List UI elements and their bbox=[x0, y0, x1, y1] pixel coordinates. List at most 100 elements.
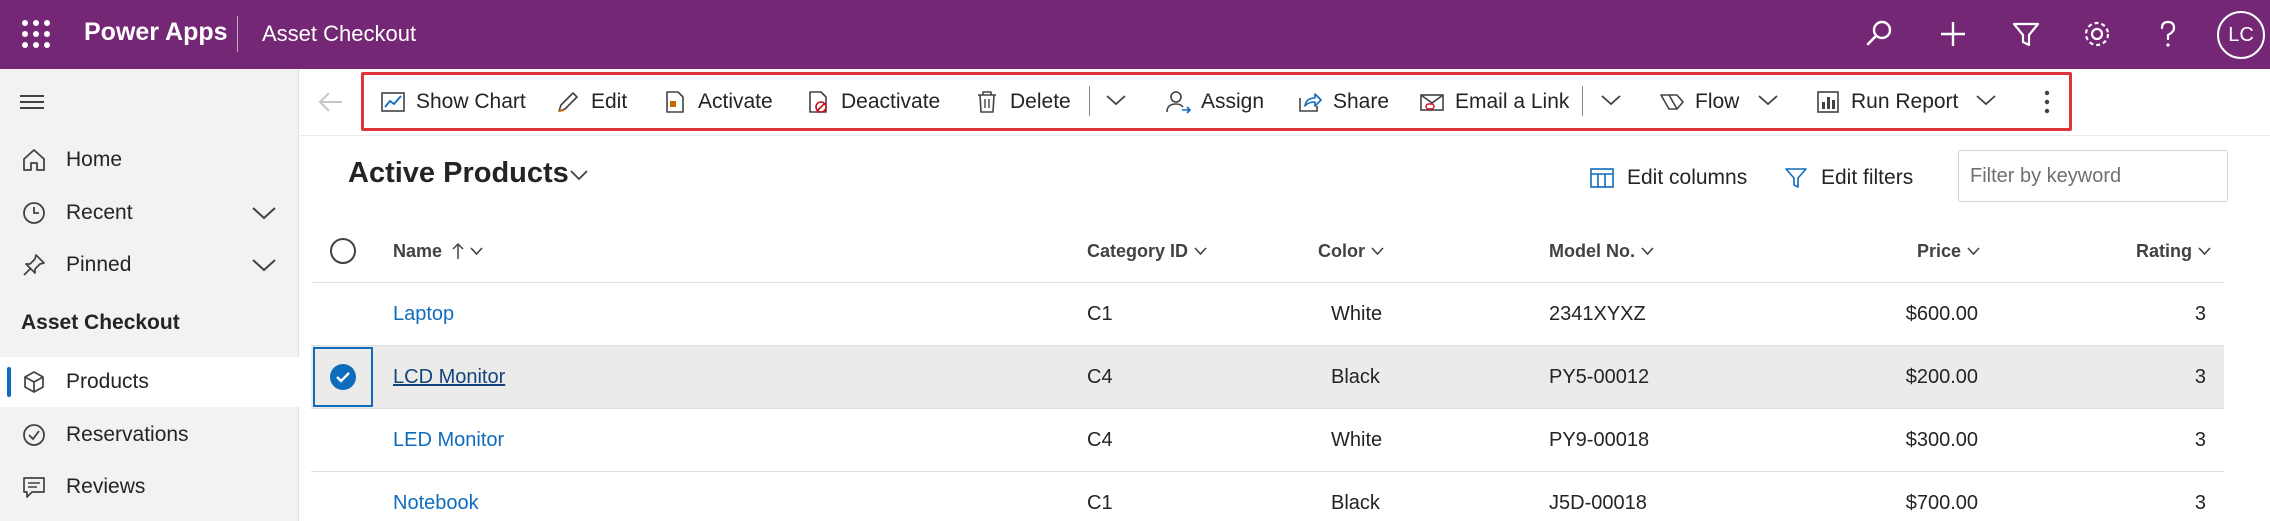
user-avatar[interactable]: LC bbox=[2217, 11, 2265, 59]
share-label: Share bbox=[1333, 90, 1390, 113]
column-header-label: Rating bbox=[2136, 240, 2192, 261]
product-name-link[interactable]: Laptop bbox=[393, 303, 454, 326]
back-arrow-icon[interactable] bbox=[318, 90, 344, 114]
filter-icon bbox=[1785, 168, 1807, 188]
column-header-name[interactable]: Name bbox=[393, 220, 483, 282]
price-cell: $300.00 bbox=[1905, 428, 1978, 451]
plus-icon[interactable] bbox=[1935, 16, 1971, 52]
checkmark-icon bbox=[330, 364, 356, 390]
show-chart-button[interactable]: Show Chart bbox=[380, 86, 526, 118]
brand-name[interactable]: Power Apps bbox=[84, 18, 228, 47]
chevron-down-icon[interactable] bbox=[252, 206, 276, 220]
edit-button[interactable]: Edit bbox=[555, 86, 627, 118]
delete-button[interactable]: Delete bbox=[974, 86, 1071, 118]
assign-button[interactable]: Assign bbox=[1165, 86, 1264, 118]
rating-cell: 3 bbox=[2194, 428, 2206, 451]
edit-columns-button[interactable]: Edit columns bbox=[1589, 162, 1747, 194]
comment-icon bbox=[23, 477, 45, 498]
filter-by-keyword-input[interactable] bbox=[1958, 150, 2228, 202]
app-title[interactable]: Asset Checkout bbox=[262, 21, 416, 47]
delete-label: Delete bbox=[1010, 90, 1071, 113]
category-cell: C1 bbox=[1087, 491, 1113, 514]
filter-icon[interactable] bbox=[2008, 16, 2044, 52]
model-cell: J5D-00018 bbox=[1549, 491, 1647, 514]
activate-document-icon bbox=[666, 91, 684, 113]
sidebar-item-label: Home bbox=[66, 148, 123, 171]
email-link-button[interactable]: Email a Link bbox=[1419, 86, 1569, 118]
column-header-price[interactable]: Price bbox=[1917, 220, 1980, 282]
flow-label: Flow bbox=[1695, 90, 1740, 113]
sidebar-item-products[interactable]: Products bbox=[0, 357, 299, 407]
app-launcher-icon[interactable] bbox=[22, 20, 50, 48]
email-link-icon bbox=[1420, 94, 1444, 111]
edit-filters-label: Edit filters bbox=[1821, 166, 1914, 189]
column-header-label: Category ID bbox=[1087, 240, 1189, 261]
edit-filters-button[interactable]: Edit filters bbox=[1783, 162, 1913, 194]
show-chart-label: Show Chart bbox=[416, 90, 526, 113]
deactivate-button[interactable]: Deactivate bbox=[805, 86, 940, 118]
trash-icon bbox=[978, 91, 996, 113]
more-commands-chevron-icon[interactable] bbox=[1601, 94, 1621, 106]
table-row[interactable]: LED Monitor C4 White PY9-00018 $300.00 3 bbox=[311, 409, 2224, 472]
more-commands-chevron-icon[interactable] bbox=[1106, 94, 1126, 106]
color-cell: White bbox=[1331, 428, 1383, 451]
activate-label: Activate bbox=[698, 90, 773, 113]
color-cell: Black bbox=[1331, 491, 1380, 514]
share-button[interactable]: Share bbox=[1297, 86, 1389, 118]
run-report-button[interactable]: Run Report bbox=[1815, 86, 1958, 118]
chevron-down-icon bbox=[1194, 247, 1207, 255]
flow-button[interactable]: Flow bbox=[1659, 86, 1739, 118]
flow-chevron-down-icon[interactable] bbox=[1758, 94, 1778, 106]
sidebar-item-label: Reservations bbox=[66, 423, 189, 446]
hamburger-menu-icon[interactable] bbox=[20, 95, 44, 109]
activate-button[interactable]: Activate bbox=[662, 86, 773, 118]
model-cell: PY5-00012 bbox=[1549, 365, 1650, 388]
column-header-label: Color bbox=[1318, 240, 1365, 261]
chevron-down-icon bbox=[1641, 247, 1654, 255]
cube-icon bbox=[24, 371, 44, 393]
table-row[interactable]: Notebook C1 Black J5D-00018 $700.00 3 bbox=[311, 472, 2224, 521]
column-header-category-id[interactable]: Category ID bbox=[1087, 220, 1207, 282]
help-icon[interactable] bbox=[2150, 16, 2186, 52]
view-title[interactable]: Active Products bbox=[348, 157, 569, 190]
sort-ascending-icon bbox=[452, 242, 464, 259]
sidebar-item-reservations[interactable]: Reservations bbox=[0, 410, 299, 460]
assign-person-icon bbox=[1166, 91, 1191, 114]
edit-columns-label: Edit columns bbox=[1627, 166, 1748, 189]
column-header-rating[interactable]: Rating bbox=[2136, 220, 2211, 282]
product-name-link[interactable]: LED Monitor bbox=[393, 429, 504, 452]
rating-cell: 3 bbox=[2194, 302, 2206, 325]
command-separator bbox=[1582, 86, 1583, 116]
sidebar-item-pinned[interactable]: Pinned bbox=[0, 240, 299, 290]
search-icon[interactable] bbox=[1862, 16, 1898, 52]
run-report-label: Run Report bbox=[1851, 90, 1959, 113]
chevron-down-icon bbox=[1371, 247, 1384, 255]
header-divider bbox=[237, 16, 238, 52]
sidebar-item-label: Pinned bbox=[66, 253, 132, 276]
product-name-link[interactable]: Notebook bbox=[393, 492, 479, 515]
column-header-model-no[interactable]: Model No. bbox=[1549, 220, 1654, 282]
view-selector-chevron-icon[interactable] bbox=[570, 170, 588, 181]
sidebar-item-label: Reviews bbox=[66, 475, 146, 498]
deactivate-label: Deactivate bbox=[841, 90, 941, 113]
check-circle-icon bbox=[23, 424, 45, 446]
row-select-checkbox[interactable] bbox=[313, 347, 373, 407]
sidebar-item-home[interactable]: Home bbox=[0, 135, 299, 185]
product-name-link[interactable]: LCD Monitor bbox=[393, 366, 505, 389]
table-row[interactable]: LCD Monitor C4 Black PY5-00012 $200.00 3 bbox=[311, 346, 2224, 409]
more-options-icon[interactable] bbox=[2039, 88, 2055, 116]
select-all-checkbox[interactable] bbox=[330, 238, 356, 264]
table-row[interactable]: Laptop C1 White 2341XYXZ $600.00 3 bbox=[311, 283, 2224, 346]
clock-icon bbox=[23, 202, 45, 224]
column-header-color[interactable]: Color bbox=[1318, 220, 1384, 282]
category-cell: C1 bbox=[1087, 302, 1113, 325]
run-report-chevron-down-icon[interactable] bbox=[1976, 94, 1996, 106]
sidebar-section-heading: Asset Checkout bbox=[21, 311, 180, 334]
share-icon bbox=[1299, 93, 1322, 112]
settings-gear-icon[interactable] bbox=[2079, 16, 2115, 52]
price-cell: $600.00 bbox=[1905, 302, 1978, 325]
email-link-label: Email a Link bbox=[1455, 90, 1570, 113]
chevron-down-icon[interactable] bbox=[252, 258, 276, 272]
sidebar-item-recent[interactable]: Recent bbox=[0, 188, 299, 238]
sidebar-item-reviews[interactable]: Reviews bbox=[0, 462, 299, 512]
